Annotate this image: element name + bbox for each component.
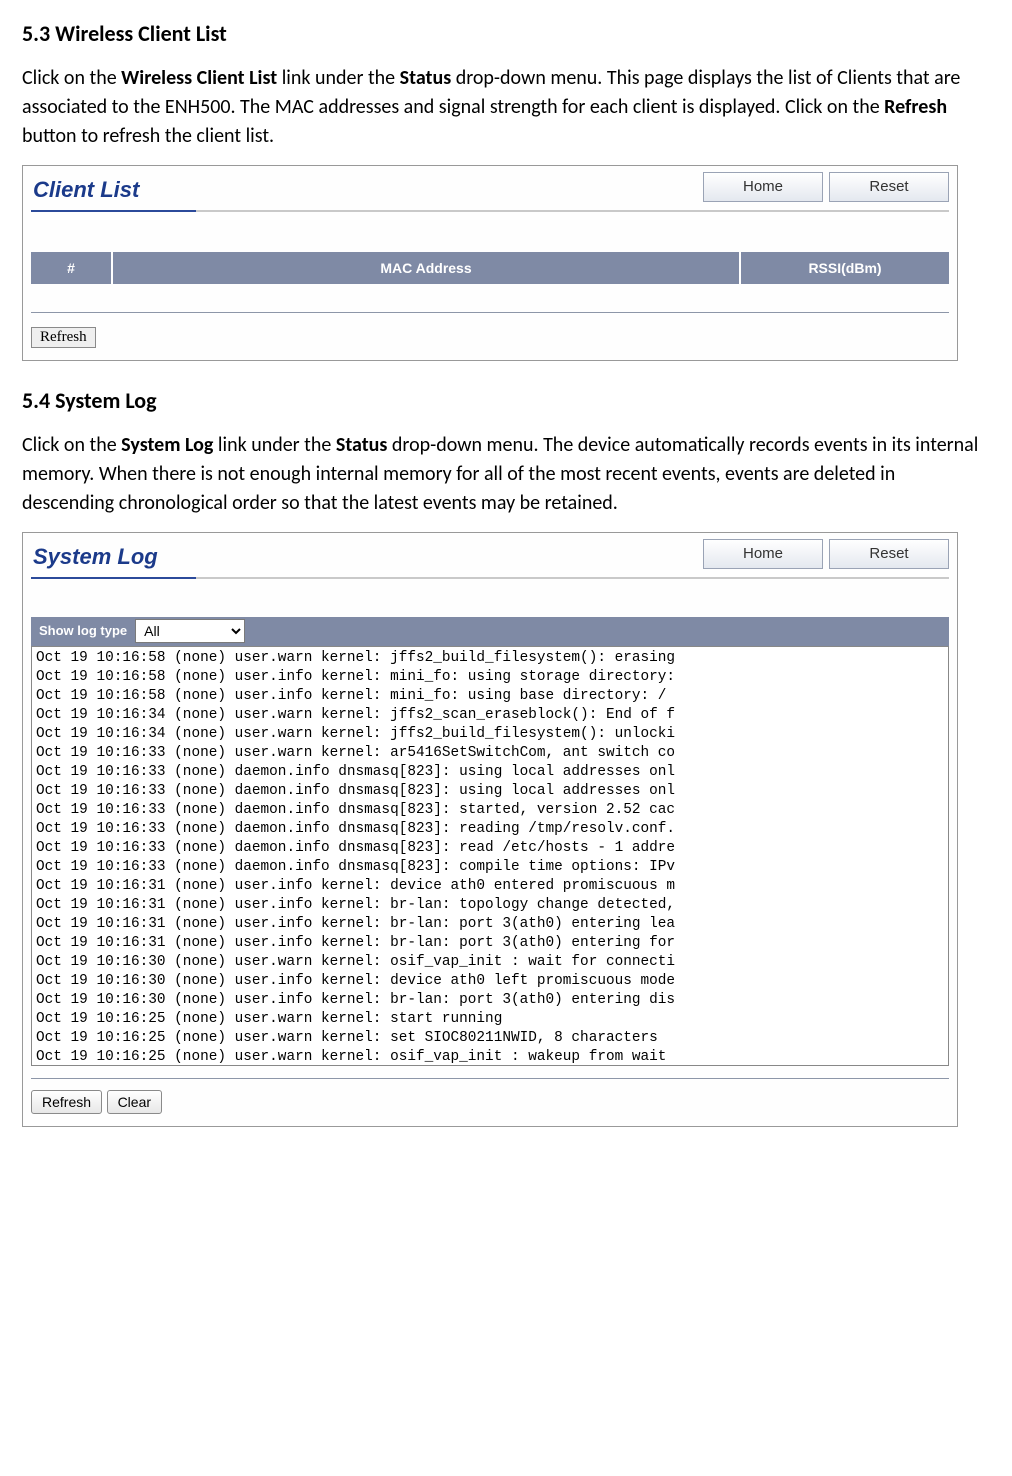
bold-status: Status <box>336 433 388 457</box>
separator <box>31 1078 949 1079</box>
show-log-type-label: Show log type <box>31 617 135 646</box>
text: link under the <box>213 433 335 457</box>
client-list-panel: Client List Home Reset # MAC Address RSS… <box>22 165 958 361</box>
reset-button[interactable]: Reset <box>829 539 949 569</box>
home-button[interactable]: Home <box>703 172 823 202</box>
heading-5-4: 5.4 System Log <box>22 385 990 417</box>
bold-wireless-client-list: Wireless Client List <box>121 66 277 90</box>
refresh-button[interactable]: Refresh <box>31 1090 102 1114</box>
text: button to refresh the client list. <box>22 124 274 148</box>
title-underline <box>31 210 949 212</box>
clear-button[interactable]: Clear <box>107 1090 162 1114</box>
column-header-mac: MAC Address <box>112 252 740 284</box>
column-header-rssi: RSSI(dBm) <box>740 252 949 284</box>
reset-button[interactable]: Reset <box>829 172 949 202</box>
paragraph-5-3: Click on the Wireless Client List link u… <box>22 64 990 151</box>
show-log-type-select[interactable]: All <box>135 619 245 643</box>
panel-title-client-list: Client List <box>31 172 139 210</box>
heading-5-3: 5.3 Wireless Client List <box>22 18 990 50</box>
show-log-type-row: Show log type All <box>31 617 949 646</box>
paragraph-5-4: Click on the System Log link under the S… <box>22 431 990 518</box>
bold-refresh: Refresh <box>884 95 947 119</box>
client-list-table: # MAC Address RSSI(dBm) <box>31 252 949 284</box>
column-header-number: # <box>31 252 112 284</box>
refresh-button[interactable]: Refresh <box>31 327 96 348</box>
panel-title-system-log: System Log <box>31 539 158 577</box>
text: link under the <box>277 66 399 90</box>
text: Click on the <box>22 433 121 457</box>
log-textarea[interactable]: Oct 19 10:16:58 (none) user.warn kernel:… <box>31 646 949 1066</box>
bold-status: Status <box>400 66 452 90</box>
title-underline <box>31 577 949 579</box>
home-button[interactable]: Home <box>703 539 823 569</box>
separator <box>31 312 949 313</box>
text: Click on the <box>22 66 121 90</box>
system-log-panel: System Log Home Reset Show log type All … <box>22 532 958 1127</box>
bold-system-log: System Log <box>121 433 213 457</box>
